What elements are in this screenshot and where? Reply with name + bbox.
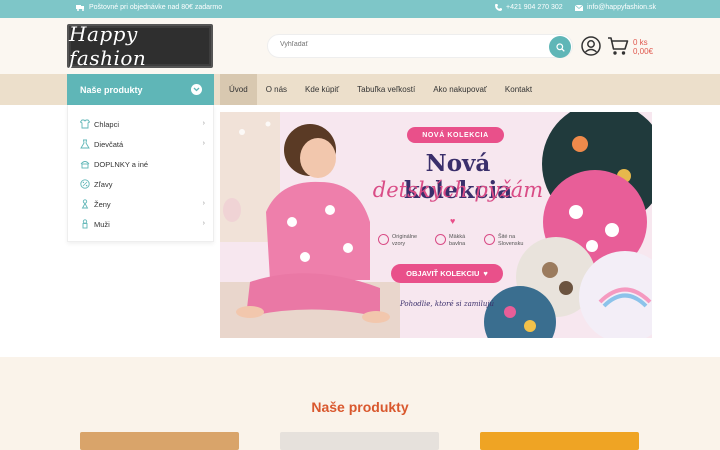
chevron-down-icon xyxy=(191,84,202,95)
pattern-icon xyxy=(378,234,389,245)
truck-icon xyxy=(76,5,84,11)
sidebar-item-label: DOPLNKY a iné xyxy=(94,159,149,169)
nav-links: Úvod O nás Kde kúpiť Tabuľka veľkostí Ak… xyxy=(220,74,541,105)
header: Happy fashion 0 ks 0,00€ xyxy=(0,18,720,74)
top-bar: Poštovné pri objednávke nad 80€ zadarmo … xyxy=(0,0,720,18)
search-button[interactable] xyxy=(549,36,571,58)
nav-link-kde-kupit[interactable]: Kde kúpiť xyxy=(296,74,348,105)
phone-text: +421 904 270 302 xyxy=(506,4,563,11)
sidebar-item-muzi[interactable]: Muži › xyxy=(80,217,205,231)
sidebar-item-zlavy[interactable]: Zľavy xyxy=(80,177,205,191)
search-box xyxy=(267,34,573,58)
nav-link-kontakt[interactable]: Kontakt xyxy=(496,74,541,105)
sidebar-item-dievcata[interactable]: Dievčatá › xyxy=(80,137,205,151)
chevron-right-icon: › xyxy=(202,200,205,207)
chevron-right-icon: › xyxy=(202,220,205,227)
girl-dress-icon xyxy=(80,139,90,149)
sidebar-item-label: Dievčatá xyxy=(94,139,124,149)
feature-text: bavlna xyxy=(449,240,466,247)
category-sidebar: Chlapci › Dievčatá › DOPLNKY a iné Zľavy… xyxy=(67,105,214,242)
sidebar-item-label: Ženy xyxy=(94,199,111,209)
feature-original-patterns: Originálne vzory xyxy=(378,234,417,247)
feature-text: Originálne xyxy=(392,234,418,240)
email-info[interactable]: info@happyfashion.sk xyxy=(575,4,656,11)
shipping-text: Poštovné pri objednávke nad 80€ zadarmo xyxy=(89,4,223,11)
category-menu-toggle[interactable]: Naše produkty xyxy=(67,74,214,105)
sidebar-item-label: Muži xyxy=(94,219,110,229)
product-card[interactable] xyxy=(480,432,639,450)
product-card[interactable] xyxy=(280,432,439,450)
accessories-icon xyxy=(80,159,90,169)
man-icon xyxy=(80,219,90,229)
shipping-info: Poštovné pri objednávke nad 80€ zadarmo xyxy=(76,4,222,11)
user-account-icon[interactable] xyxy=(581,36,601,56)
feature-text: Slovensku xyxy=(498,240,524,247)
banner-tagline: Pohodlie, ktoré si zamilujú xyxy=(399,300,495,308)
feature-soft-cotton: Mäkká bavlna xyxy=(435,234,465,247)
cta-label: OBJAVIŤ KOLEKCIU xyxy=(406,269,480,278)
heart-icon: ♥ xyxy=(483,269,488,278)
sidebar-item-doplnky[interactable]: DOPLNKY a iné xyxy=(80,157,205,171)
new-collection-badge: NOVÁ KOLEKCIA xyxy=(407,127,504,143)
search-icon xyxy=(555,42,565,52)
flag-icon xyxy=(484,234,495,245)
sidebar-item-label: Zľavy xyxy=(94,179,113,189)
sidebar-item-chlapci[interactable]: Chlapci › xyxy=(80,117,205,131)
nav-link-tabulka-velkosti[interactable]: Tabuľka veľkostí xyxy=(348,74,424,105)
products-title: Naše produkty xyxy=(311,399,409,415)
cart-summary[interactable]: 0 ks 0,00€ xyxy=(633,38,653,56)
chevron-right-icon: › xyxy=(202,120,205,127)
hero-banner[interactable]: NOVÁ KOLEKCIA Nová kolekcia detských pyž… xyxy=(220,112,652,338)
search-input[interactable] xyxy=(280,41,530,48)
banner-title-line2: detských pyžám xyxy=(372,178,544,202)
discount-icon xyxy=(80,179,90,189)
cart-total: 0,00€ xyxy=(633,47,654,56)
woman-icon xyxy=(80,199,90,209)
nav-link-ako-nakupovat[interactable]: Ako nakupovať xyxy=(424,74,496,105)
cart-icon[interactable] xyxy=(607,36,629,56)
sidebar-item-label: Chlapci xyxy=(94,119,120,129)
product-card[interactable] xyxy=(80,432,239,450)
heart-icon: ♥ xyxy=(450,216,456,226)
logo-text: Happy fashion xyxy=(69,22,147,70)
phone-icon xyxy=(495,4,502,11)
chevron-right-icon: › xyxy=(202,140,205,147)
boy-shirt-icon xyxy=(80,119,90,129)
nav-link-o-nas[interactable]: O nás xyxy=(257,74,296,105)
feature-text: vzory xyxy=(392,240,406,247)
feature-made-in-slovakia: Šité na Slovensku xyxy=(484,234,523,247)
discover-collection-button[interactable]: OBJAVIŤ KOLEKCIU ♥ xyxy=(391,264,503,283)
sidebar-item-zeny[interactable]: Ženy › xyxy=(80,197,205,211)
cotton-icon xyxy=(435,234,446,245)
feature-text: Mäkká xyxy=(449,234,466,240)
cart-count: 0 ks xyxy=(633,38,648,47)
email-text: info@happyfashion.sk xyxy=(587,4,656,11)
mail-icon xyxy=(575,4,583,11)
nav-link-uvod[interactable]: Úvod xyxy=(220,74,257,105)
category-label: Naše produkty xyxy=(80,85,143,95)
phone-info[interactable]: +421 904 270 302 xyxy=(495,4,563,11)
site-logo[interactable]: Happy fashion xyxy=(67,22,213,70)
